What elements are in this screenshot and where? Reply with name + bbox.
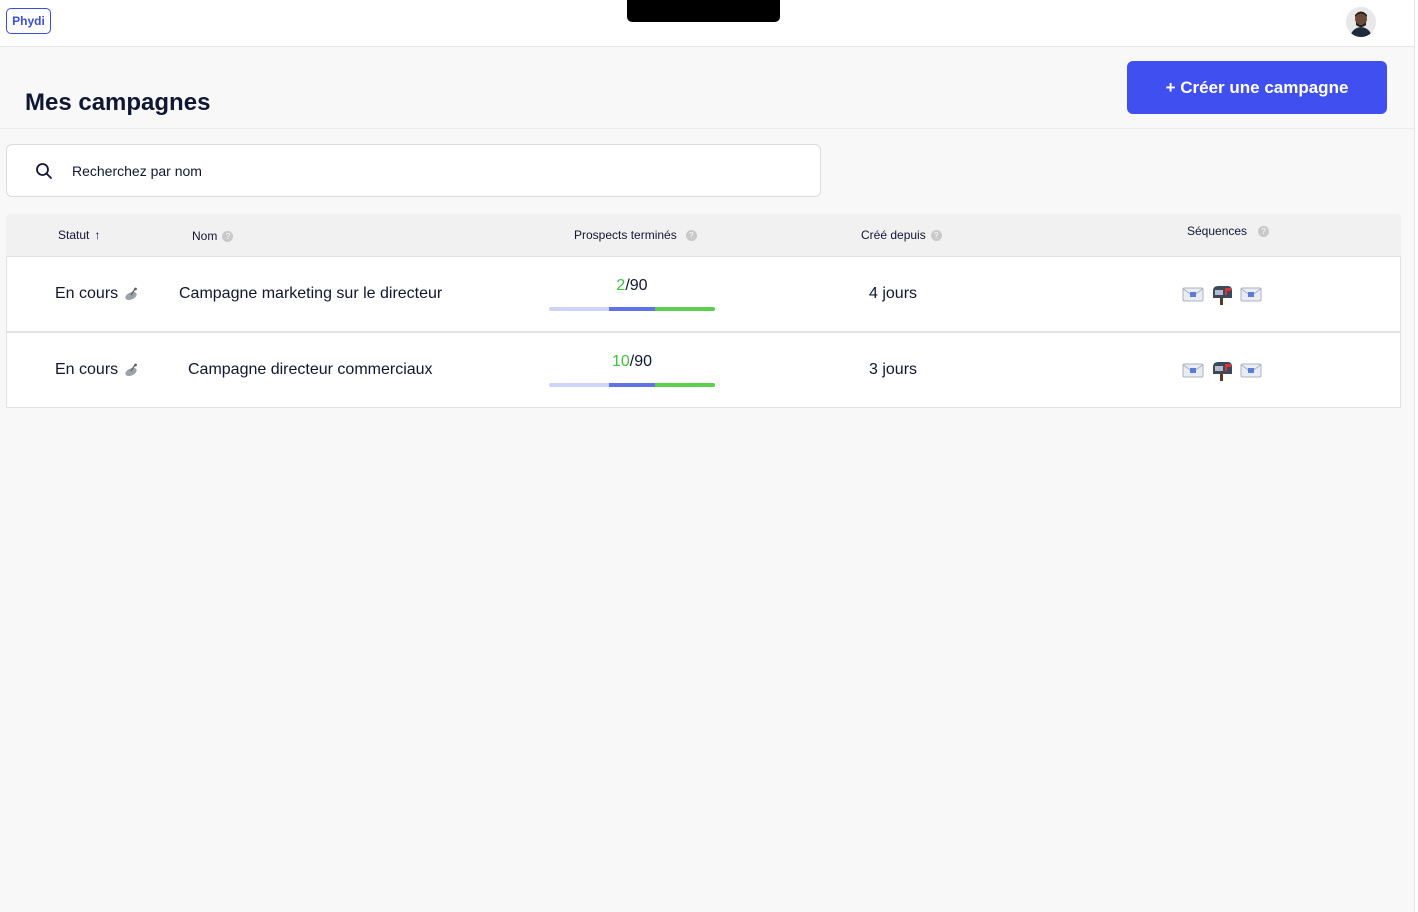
avatar-icon <box>1346 7 1376 37</box>
prospects-count: 2/90 <box>549 277 715 295</box>
search-box[interactable] <box>6 144 821 197</box>
created-since: 3 jours <box>869 361 918 378</box>
app-logo[interactable]: Phydi <box>6 8 51 34</box>
table-header: Statut ↑ Nom ? Prospects terminés ? Créé… <box>6 214 1401 256</box>
satellite-icon <box>125 363 138 377</box>
prospects-progress-bar <box>549 383 715 387</box>
sort-arrow-icon: ↑ <box>94 228 101 242</box>
sequence-icons <box>1182 359 1262 381</box>
help-icon[interactable]: ? <box>222 230 234 242</box>
column-name-label: Nom <box>192 229 218 243</box>
mailbox-icon <box>1213 286 1232 305</box>
help-icon[interactable]: ? <box>1258 225 1270 237</box>
campaign-name[interactable]: Campagne directeur commerciaux <box>188 361 433 379</box>
user-avatar[interactable] <box>1346 7 1376 37</box>
window-edge <box>1414 0 1418 912</box>
envelope-icon <box>1182 287 1204 302</box>
prospects-progress-bar <box>549 307 715 311</box>
column-prospects-label: Prospects terminés <box>574 228 677 242</box>
status-cell: En cours <box>55 361 139 379</box>
page-title: Mes campagnes <box>25 89 211 116</box>
column-status[interactable]: Statut ↑ <box>58 228 100 242</box>
satellite-icon <box>125 287 138 301</box>
column-sequences[interactable]: Séquences ? <box>1187 224 1270 238</box>
column-created[interactable]: Créé depuis ? <box>861 228 942 242</box>
top-bar: Phydi <box>0 0 1418 47</box>
column-sequences-label: Séquences <box>1187 224 1248 238</box>
status-label: En cours <box>55 361 119 378</box>
create-campaign-button[interactable]: + Créer une campagne <box>1127 61 1387 114</box>
column-name[interactable]: Nom ? <box>192 229 234 243</box>
sequence-icons <box>1182 283 1262 305</box>
column-created-label: Créé depuis <box>861 228 926 242</box>
envelope-icon <box>1240 363 1262 378</box>
help-icon[interactable]: ? <box>930 229 942 241</box>
mailbox-icon <box>1213 362 1232 381</box>
prospects-done: 10 <box>611 353 630 370</box>
prospects-total: /90 <box>629 353 653 370</box>
search-input[interactable] <box>72 159 772 183</box>
prospects-done: 2 <box>616 277 626 294</box>
envelope-icon <box>1240 287 1262 302</box>
created-since: 4 jours <box>869 285 918 302</box>
status-cell: En cours <box>55 285 139 303</box>
table-row[interactable]: En cours Campagne directeur commerciaux … <box>6 332 1401 408</box>
camera-notch <box>627 0 780 22</box>
column-status-label: Statut <box>58 228 90 242</box>
prospects-total: /90 <box>625 277 648 294</box>
column-prospects[interactable]: Prospects terminés ? <box>574 228 697 242</box>
table-row[interactable]: En cours Campagne marketing sur le direc… <box>6 256 1401 332</box>
search-icon <box>36 163 52 179</box>
status-label: En cours <box>55 285 119 302</box>
prospects-count: 10/90 <box>549 353 715 371</box>
help-icon[interactable]: ? <box>685 229 697 241</box>
header-divider <box>0 128 1414 129</box>
campaign-name[interactable]: Campagne marketing sur le directeur <box>179 285 442 303</box>
envelope-icon <box>1182 363 1204 378</box>
